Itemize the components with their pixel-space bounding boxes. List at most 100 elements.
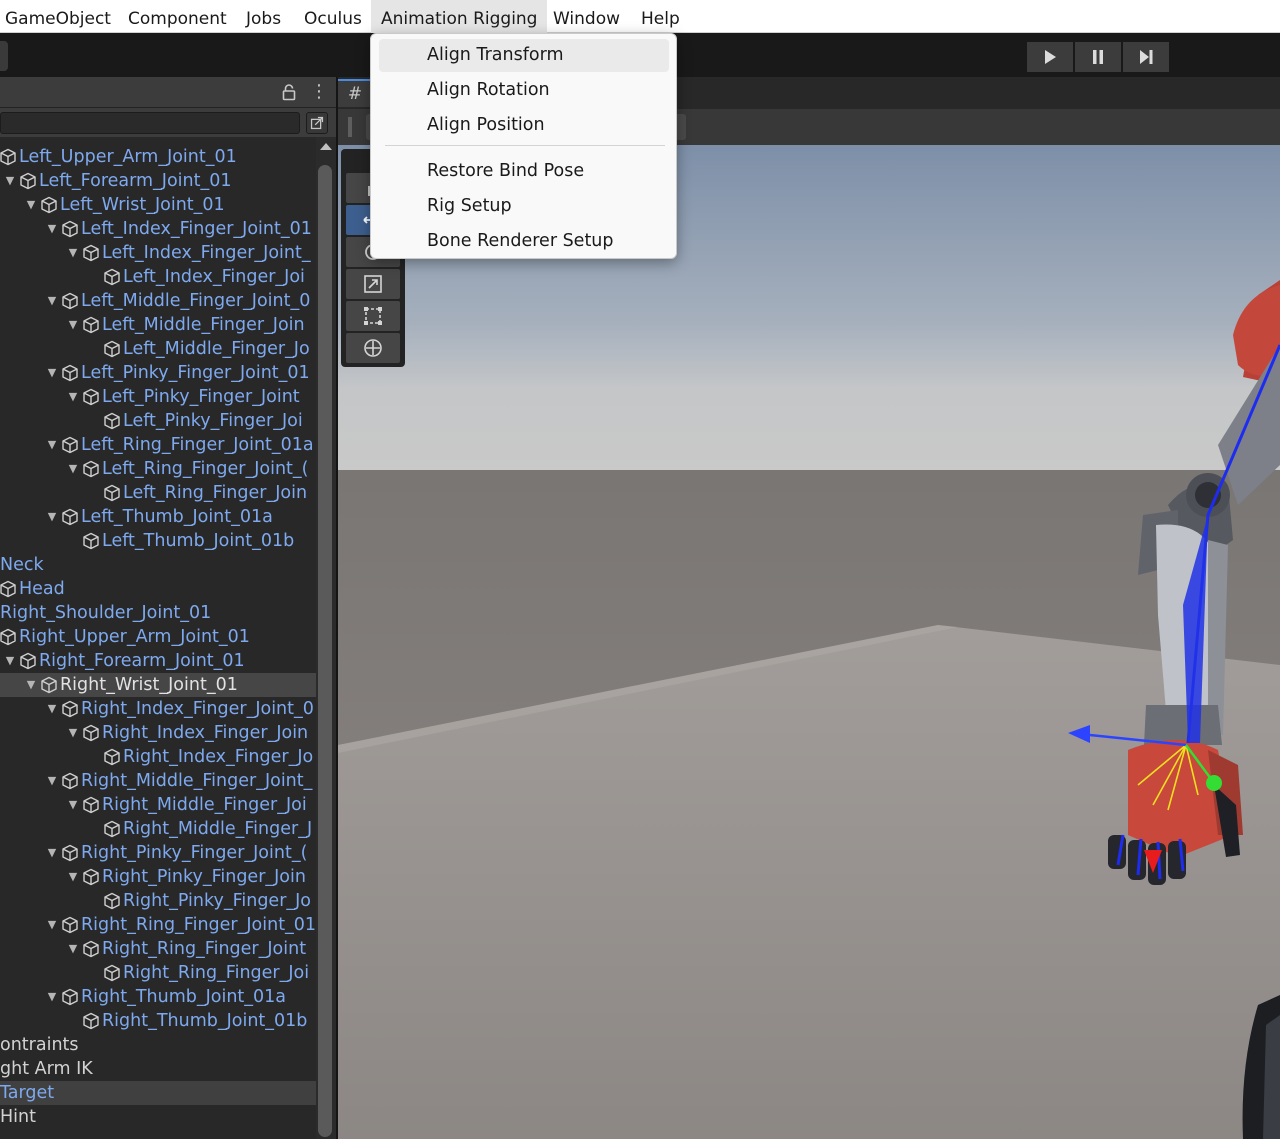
expand-arrow-icon[interactable]: ▼ <box>45 217 59 241</box>
tree-row[interactable]: ▼ Left_Pinky_Finger_Joint_01 <box>0 361 316 385</box>
expand-arrow-icon[interactable]: ▼ <box>45 769 59 793</box>
transform-tool-button[interactable] <box>346 333 400 363</box>
expand-arrow-icon[interactable]: ▼ <box>3 169 17 193</box>
tree-row[interactable]: ▼ Left_Wrist_Joint_01 <box>0 193 316 217</box>
expand-arrow-icon[interactable]: ▼ <box>45 433 59 457</box>
tree-row[interactable]: Left_Upper_Arm_Joint_01 <box>0 145 316 169</box>
scene-viewport[interactable] <box>338 145 1280 1139</box>
scene-canvas[interactable] <box>338 145 1280 1139</box>
expand-arrow-icon[interactable]: ▼ <box>66 385 80 409</box>
tree-row[interactable]: ▼ Right_Pinky_Finger_Join <box>0 865 316 889</box>
tree-row[interactable]: ▼ Right_Middle_Finger_Joi <box>0 793 316 817</box>
tree-row[interactable]: ▼ Left_Ring_Finger_Joint_( <box>0 457 316 481</box>
tree-row[interactable]: ▼ Left_Middle_Finger_Joint_0 <box>0 289 316 313</box>
tree-row[interactable]: ▼ Right_Pinky_Finger_Joint_( <box>0 841 316 865</box>
tree-row[interactable]: Right_Upper_Arm_Joint_01 <box>0 625 316 649</box>
expand-arrow-icon[interactable]: ▼ <box>45 289 59 313</box>
expand-arrow-icon[interactable]: ▼ <box>45 985 59 1009</box>
menu-help[interactable]: Help <box>641 0 680 33</box>
menu-window[interactable]: Window <box>553 0 620 33</box>
lock-icon[interactable] <box>282 83 296 101</box>
menu-item-align-transform[interactable]: Align Transform <box>379 39 669 72</box>
expand-arrow-icon[interactable]: ▼ <box>3 649 17 673</box>
expand-arrow-icon[interactable]: ▼ <box>66 457 80 481</box>
menu-animation-rigging[interactable]: Animation Rigging <box>371 0 548 33</box>
expand-arrow-icon[interactable]: ▼ <box>45 361 59 385</box>
tree-row-label: Right_Ring_Finger_Joint_01 <box>81 915 316 935</box>
toolbar-left-button[interactable] <box>0 41 8 71</box>
menu-item-bone-renderer-setup[interactable]: Bone Renderer Setup <box>379 225 669 258</box>
tree-row[interactable]: ▼ Left_Ring_Finger_Joint_01a <box>0 433 316 457</box>
menu-component[interactable]: Component <box>128 0 227 33</box>
tree-row[interactable]: ▼ Right_Ring_Finger_Joint_01 <box>0 913 316 937</box>
tree-row[interactable]: ▼ Right_Middle_Finger_Joint_ <box>0 769 316 793</box>
toolbar-grip[interactable] <box>348 117 352 137</box>
expand-arrow-icon[interactable]: ▼ <box>66 865 80 889</box>
hierarchy-header: ⋮ <box>0 77 336 107</box>
expand-arrow-icon[interactable]: ▼ <box>24 673 38 697</box>
step-button[interactable] <box>1123 42 1169 72</box>
hierarchy-search-input[interactable] <box>0 112 300 134</box>
tree-row[interactable]: Head <box>0 577 316 601</box>
tree-row-label: Left_Ring_Finger_Joint_01a <box>81 435 314 455</box>
tree-row[interactable]: ▼ Left_Forearm_Joint_01 <box>0 169 316 193</box>
menu-jobs[interactable]: Jobs <box>246 0 281 33</box>
tree-row[interactable]: Right_Shoulder_Joint_01 <box>0 601 316 625</box>
hierarchy-tree: Left_Upper_Arm_Joint_01 ▼ Left_Forearm_Joi… <box>0 137 316 1139</box>
expand-arrow-icon[interactable]: ▼ <box>45 913 59 937</box>
tree-row[interactable]: ght Arm IK <box>0 1057 316 1081</box>
tree-row[interactable]: ▼ Right_Thumb_Joint_01a <box>0 985 316 1009</box>
play-button[interactable] <box>1027 42 1073 72</box>
hierarchy-scrollbar[interactable] <box>316 137 336 1139</box>
tree-row[interactable]: ▼ Left_Pinky_Finger_Joint <box>0 385 316 409</box>
expand-arrow-icon[interactable]: ▼ <box>24 193 38 217</box>
tree-row[interactable]: ▼ Left_Index_Finger_Joint_01 <box>0 217 316 241</box>
scroll-up-icon[interactable] <box>320 143 332 150</box>
expand-icon[interactable] <box>306 112 328 134</box>
tree-row[interactable]: ontraints <box>0 1033 316 1057</box>
tree-row[interactable]: ▼ Left_Thumb_Joint_01a <box>0 505 316 529</box>
menu-item-rig-setup[interactable]: Rig Setup <box>379 190 669 223</box>
tree-row[interactable]: ▼ Left_Index_Finger_Joint_ <box>0 241 316 265</box>
tree-row[interactable]: Left_Pinky_Finger_Joi <box>0 409 316 433</box>
menu-item-align-position[interactable]: Align Position <box>379 109 669 142</box>
tree-row[interactable]: Right_Pinky_Finger_Jo <box>0 889 316 913</box>
more-options-icon[interactable]: ⋮ <box>310 81 328 103</box>
expand-arrow-icon[interactable]: ▼ <box>45 505 59 529</box>
scale-tool-button[interactable] <box>346 269 400 299</box>
expand-arrow-icon[interactable]: ▼ <box>45 697 59 721</box>
tree-row[interactable]: Right_Middle_Finger_J <box>0 817 316 841</box>
menu-item-restore-bind-pose[interactable]: Restore Bind Pose <box>379 155 669 188</box>
tree-row[interactable]: ▼ Right_Index_Finger_Joint_0 <box>0 697 316 721</box>
tree-row[interactable]: ▼ Right_Forearm_Joint_01 <box>0 649 316 673</box>
tree-row[interactable]: Left_Index_Finger_Joi <box>0 265 316 289</box>
menu-oculus[interactable]: Oculus <box>304 0 362 33</box>
tree-row[interactable]: Right_Thumb_Joint_01b <box>0 1009 316 1033</box>
tab-scene[interactable]: # <box>338 79 372 107</box>
tree-row[interactable]: Target <box>0 1081 316 1105</box>
tree-row[interactable]: ▼ Right_Index_Finger_Join <box>0 721 316 745</box>
gameobject-cube-icon <box>82 388 100 406</box>
tree-row[interactable]: Left_Thumb_Joint_01b <box>0 529 316 553</box>
rect-tool-button[interactable] <box>346 301 400 331</box>
tree-row[interactable]: Right_Index_Finger_Jo <box>0 745 316 769</box>
menu-item-align-rotation[interactable]: Align Rotation <box>379 74 669 107</box>
menu-gameobject[interactable]: GameObject <box>5 0 111 33</box>
pause-button[interactable] <box>1075 42 1121 72</box>
expand-arrow-icon[interactable]: ▼ <box>45 841 59 865</box>
tree-row[interactable]: ▼ Right_Ring_Finger_Joint <box>0 937 316 961</box>
scrollbar-thumb[interactable] <box>318 165 332 1137</box>
tree-row[interactable]: Left_Ring_Finger_Join <box>0 481 316 505</box>
tree-row-selected[interactable]: ▼ Right_Wrist_Joint_01 <box>0 673 316 697</box>
tree-row[interactable]: Right_Ring_Finger_Joi <box>0 961 316 985</box>
expand-arrow-icon[interactable]: ▼ <box>66 937 80 961</box>
expand-arrow-icon[interactable]: ▼ <box>66 721 80 745</box>
expand-arrow-icon[interactable]: ▼ <box>66 793 80 817</box>
tree-row-label: Neck <box>0 555 44 575</box>
expand-arrow-icon[interactable]: ▼ <box>66 241 80 265</box>
tree-row[interactable]: Hint <box>0 1105 316 1129</box>
tree-row[interactable]: ▼ Left_Middle_Finger_Join <box>0 313 316 337</box>
tree-row[interactable]: Neck <box>0 553 316 577</box>
tree-row[interactable]: Left_Middle_Finger_Jo <box>0 337 316 361</box>
expand-arrow-icon[interactable]: ▼ <box>66 313 80 337</box>
